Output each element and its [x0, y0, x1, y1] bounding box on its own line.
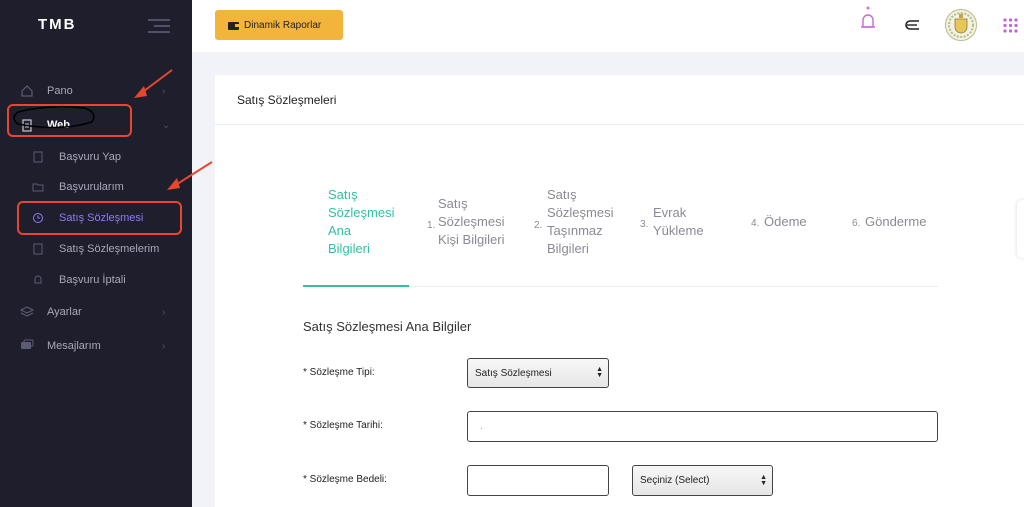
step-number: 3. [640, 219, 649, 230]
contract-type-label: * Sözleşme Tipi: [303, 367, 375, 378]
step-tab-1[interactable]: Satış Sözleşmesi Ana Bilgileri [328, 186, 408, 258]
sidebar-subitem-label: Başvuru İptali [59, 274, 126, 286]
dynamic-reports-label: Dinamik Raporlar [244, 19, 322, 31]
step-label: Evrak Yükleme [653, 205, 704, 238]
step-label: Satış Sözleşmesi Kişi Bilgileri [438, 196, 505, 247]
sidebar-item-ayarlar[interactable]: Ayarlar › [0, 297, 192, 327]
currency-value: Seçiniz (Select) [640, 475, 710, 486]
annotation-arrows [13, 69, 213, 190]
section-title: Satış Sözleşmesi Ana Bilgiler [303, 319, 472, 334]
logo[interactable]: TMB [38, 16, 77, 33]
topbar: Dinamik Raporlar [192, 0, 1024, 52]
contract-type-select[interactable]: Satış Sözleşmesi ▲ ▼ [467, 358, 609, 388]
sidebar-item-label: Ayarlar [47, 306, 82, 318]
step-label: Satış Sözleşmesi Taşınmaz Bilgileri [547, 187, 614, 256]
contract-date-label: * Sözleşme Tarihi: [303, 420, 383, 431]
step-label: Satış Sözleşmesi Ana Bilgileri [328, 187, 395, 256]
step-tab-4[interactable]: 3. Evrak Yükleme [640, 204, 710, 240]
contract-price-label: * Sözleşme Bedeli: [303, 474, 387, 485]
step-tab-3[interactable]: 2. Satış Sözleşmesi Taşınmaz Bilgileri [534, 186, 624, 258]
select-arrows-icon: ▲ ▼ [760, 473, 767, 487]
clipboard-icon [33, 243, 43, 255]
step-number: 6. [852, 218, 861, 229]
dynamic-reports-button[interactable]: Dinamik Raporlar [215, 10, 343, 40]
currency-icon[interactable] [905, 19, 921, 31]
menu-toggle-icon[interactable] [148, 19, 170, 37]
step-number: 1. [427, 220, 436, 231]
bell-icon[interactable] [860, 6, 876, 32]
sidebar-subitem-satis-sozlesmelerim[interactable]: Satış Sözleşmelerim [0, 236, 192, 262]
step-label: Gönderme [865, 214, 927, 229]
step-tab-2[interactable]: 1. Satış Sözleşmesi Kişi Bilgileri [427, 195, 517, 249]
chevron-right-icon: › [162, 340, 166, 352]
active-step-indicator [303, 285, 409, 287]
sidebar-item-label: Mesajlarım [47, 340, 101, 352]
sidebar-item-mesajlarim[interactable]: Mesajlarım › [0, 331, 192, 361]
contract-price-input[interactable] [467, 465, 609, 496]
contract-type-value: Satış Sözleşmesi [475, 367, 552, 379]
bell-icon [34, 275, 42, 284]
sidebar-subitem-basvuru-iptali[interactable]: Başvuru İptali [0, 267, 192, 293]
select-arrows-icon: ▲ ▼ [596, 366, 603, 379]
step-tab-6[interactable]: 6. Gönderme [852, 213, 942, 231]
currency-select[interactable]: Seçiniz (Select) ▲ ▼ [632, 465, 773, 496]
apps-grid-icon[interactable] [1003, 18, 1018, 33]
annotation-highlight-box [17, 201, 182, 235]
emblem-avatar[interactable] [944, 8, 978, 42]
card-title: Satış Sözleşmeleri [215, 75, 1024, 125]
step-number: 4. [751, 218, 760, 229]
step-number: 2. [534, 220, 543, 231]
contract-date-value: . [480, 421, 483, 432]
side-panel-handle[interactable] [1017, 200, 1024, 258]
chat-icon [20, 339, 34, 353]
layers-icon [20, 305, 34, 319]
wallet-icon [228, 21, 239, 30]
step-tab-5[interactable]: 4. Ödeme [751, 213, 821, 231]
contract-date-input[interactable]: . [467, 411, 938, 442]
chevron-right-icon: › [162, 306, 166, 318]
main-card: Satış Sözleşmeleri Satış Sözleşmesi Ana … [215, 75, 1024, 507]
step-label: Ödeme [764, 214, 807, 229]
sidebar-subitem-label: Satış Sözleşmelerim [59, 243, 160, 255]
